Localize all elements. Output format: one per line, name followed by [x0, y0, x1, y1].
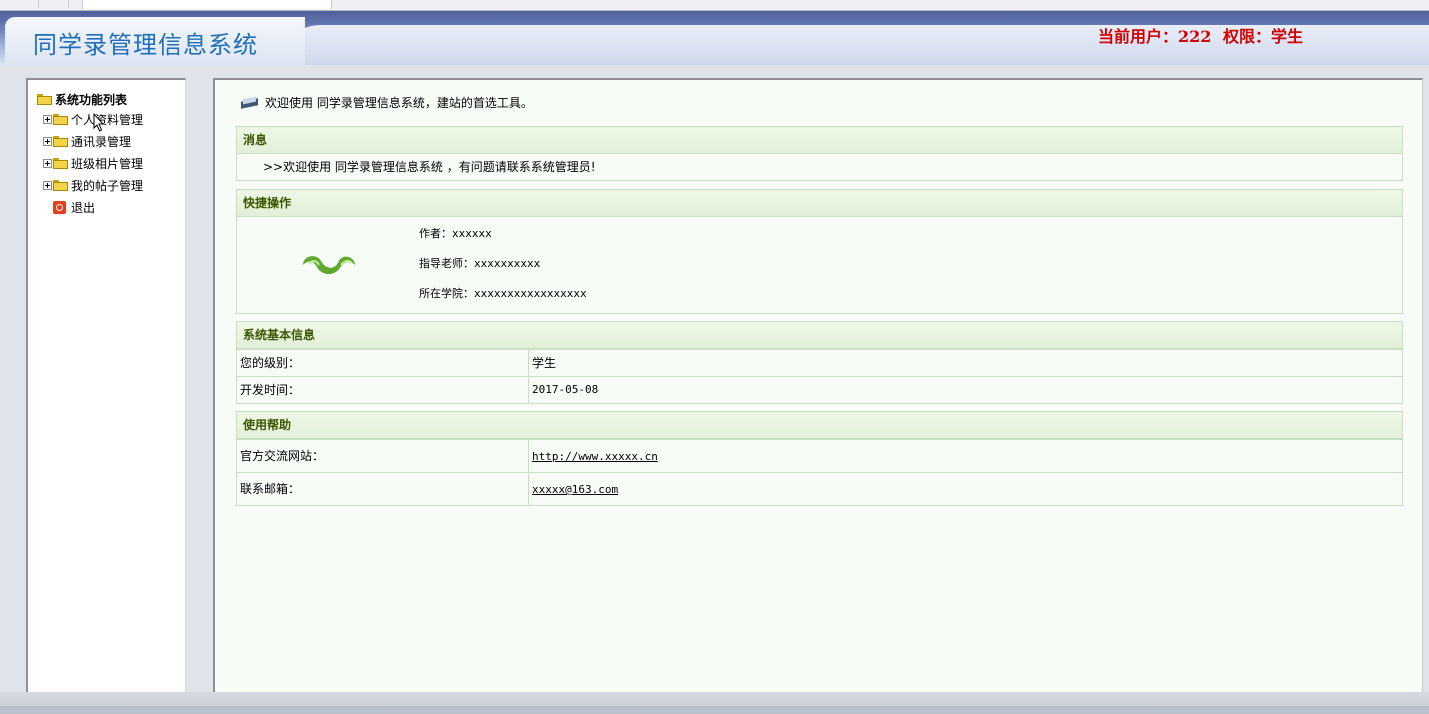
table-row: 开发时间： 2017-05-08 [237, 376, 1402, 403]
table-row: 官方交流网站： http://www.xxxxx.cn [237, 439, 1402, 472]
folder-open-icon [37, 93, 52, 105]
sidebar-item-label: 班级相片管理 [71, 156, 144, 171]
message-section: 消息 >>欢迎使用 同学录管理信息系统 ，有问题请联系系统管理员! [236, 126, 1403, 181]
sidebar-item-logout[interactable]: 退出 [36, 196, 143, 218]
sysinfo-section: 系统基本信息 您的级别： 学生 开发时间： 2017-05-08 [236, 321, 1403, 404]
sidebar-item-label: 个人资料管理 [71, 112, 144, 127]
sysinfo-value: 2017-05-08 [532, 383, 599, 396]
book-icon [241, 96, 259, 109]
browser-top-strip [0, 0, 1429, 11]
browser-tab[interactable] [82, 0, 332, 9]
help-key: 联系邮箱： [237, 473, 529, 505]
main-content: 欢迎使用 同学录管理信息系统，建站的首选工具。 消息 >>欢迎使用 同学录管理信… [213, 78, 1423, 693]
tree-root[interactable]: 系统功能列表 [36, 90, 143, 108]
quick-info: 作者：xxxxxx 指导老师：xxxxxxxxxx 所在学院：xxxxxxxxx… [419, 225, 587, 315]
expand-icon[interactable] [43, 114, 52, 124]
footer [0, 692, 1429, 714]
table-row: 联系邮箱： xxxxx@163.com [237, 472, 1402, 505]
leaf-logo-icon [303, 256, 355, 275]
sysinfo-title: 系统基本信息 [237, 322, 1402, 349]
help-title: 使用帮助 [237, 412, 1402, 439]
website-link[interactable]: http://www.xxxxx.cn [532, 450, 658, 463]
user-info: 当前用户：222 权限：学生 [1098, 23, 1309, 47]
author-text: 作者：xxxxxx [419, 227, 492, 240]
function-tree: 系统功能列表 个人资料管理 通讯录管理 班级相片管理 我的帖子管理 退出 [36, 90, 143, 218]
expand-icon[interactable] [43, 180, 52, 190]
sidebar-item-posts[interactable]: 我的帖子管理 [36, 174, 143, 196]
folder-icon [53, 157, 68, 169]
folder-icon [53, 135, 68, 147]
teacher-text: 指导老师：xxxxxxxxxx [419, 257, 541, 270]
message-text: >>欢迎使用 同学录管理信息系统 ，有问题请联系系统管理员! [263, 160, 596, 174]
refresh-button[interactable] [48, 0, 69, 8]
header: 同学录管理信息系统 当前用户：222 权限：学生 [0, 11, 1429, 65]
help-section: 使用帮助 官方交流网站： http://www.xxxxx.cn 联系邮箱： x… [236, 411, 1403, 506]
mouse-cursor-icon [93, 113, 105, 132]
folder-icon [53, 179, 68, 191]
separator [0, 65, 1429, 77]
sidebar: 系统功能列表 个人资料管理 通讯录管理 班级相片管理 我的帖子管理 退出 [26, 78, 186, 693]
sysinfo-key: 开发时间： [237, 377, 529, 403]
tree-root-label: 系统功能列表 [55, 92, 128, 107]
sidebar-item-photos[interactable]: 班级相片管理 [36, 152, 143, 174]
sidebar-item-label: 我的帖子管理 [71, 178, 144, 193]
quick-section: 快捷操作 作者：xxxxxx 指导老师：xxxxxxxxxx 所在学院：xxxx… [236, 189, 1403, 314]
message-title: 消息 [237, 127, 1402, 154]
sysinfo-value: 学生 [532, 356, 557, 370]
permission-label: 权限：学生 [1222, 27, 1303, 46]
footer-shade [0, 706, 1429, 714]
app-title: 同学录管理信息系统 [33, 31, 258, 59]
quick-title: 快捷操作 [237, 190, 1402, 217]
folder-icon [53, 113, 68, 125]
expand-icon[interactable] [43, 136, 52, 146]
help-key: 官方交流网站： [237, 440, 529, 472]
table-row: 您的级别： 学生 [237, 349, 1402, 376]
welcome-text: 欢迎使用 同学录管理信息系统，建站的首选工具。 [265, 96, 533, 110]
email-link[interactable]: xxxxx@163.com [532, 483, 618, 496]
sidebar-item-label: 退出 [71, 200, 96, 215]
back-button[interactable] [18, 0, 39, 8]
quick-body: 作者：xxxxxx 指导老师：xxxxxxxxxx 所在学院：xxxxxxxxx… [237, 217, 1402, 313]
college-text: 所在学院：xxxxxxxxxxxxxxxxx [419, 287, 587, 300]
expand-icon[interactable] [43, 158, 52, 168]
sysinfo-key: 您的级别： [237, 350, 529, 376]
power-icon [53, 200, 66, 214]
welcome-bar: 欢迎使用 同学录管理信息系统，建站的首选工具。 [241, 94, 533, 111]
current-user-label: 当前用户：222 [1098, 27, 1212, 46]
